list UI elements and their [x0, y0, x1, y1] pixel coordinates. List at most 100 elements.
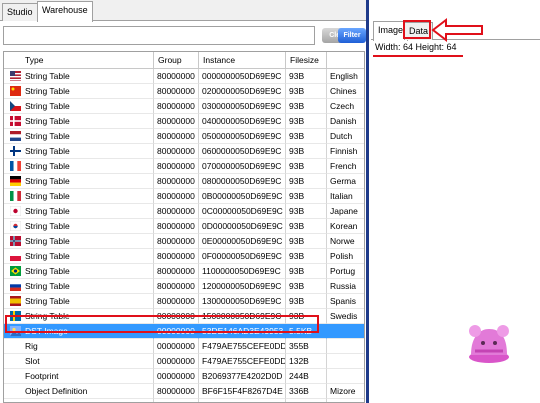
cell-type: String Table	[4, 294, 154, 309]
cell-group: 80000000	[154, 129, 199, 144]
table-row[interactable]: String Table 80000000 1300000050D69E9C 93B S…	[4, 294, 364, 309]
table-row[interactable]: Slot 00000000 F479AE755CEFE0DD 132B	[4, 354, 364, 369]
cell-type: Rig	[4, 339, 154, 354]
cell-group: 80000000	[154, 279, 199, 294]
table-row[interactable]: String Table 80000000 0200000050D69E9C 93B C…	[4, 84, 364, 99]
cell-instance: 0600000050D69E9C	[199, 144, 286, 159]
table-row[interactable]: String Table 80000000 0800000050D69E9C 93B G…	[4, 174, 364, 189]
cell-type: String Table	[4, 144, 154, 159]
cell-type: String Table	[4, 234, 154, 249]
cell-size: 93B	[286, 129, 327, 144]
image-dimensions: Width: 64 Height: 64	[375, 42, 457, 52]
cell-group: 00000000	[154, 354, 199, 369]
panel-divider[interactable]	[366, 0, 369, 403]
cell-instance: BF6F15F4F8267D4E	[199, 384, 286, 399]
cell-type: String Table	[4, 159, 154, 174]
cell-lang: Danish	[327, 114, 364, 129]
cell-type: String Table	[4, 69, 154, 84]
cell-lang: Mizore	[327, 384, 364, 399]
table-row[interactable]: String Table 80000000 0700000050D69E9C 93B F…	[4, 159, 364, 174]
table-row[interactable]: String Table 80000000 0E00000050D69E9C 93B N…	[4, 234, 364, 249]
table-row[interactable]: String Table 80000000 0400000050D69E9C 93B D…	[4, 114, 364, 129]
cell-type: Footprint	[4, 369, 154, 384]
cell-instance: 0300000050D69E9C	[199, 99, 286, 114]
cell-size: 132B	[286, 354, 327, 369]
cell-group: 80000000	[154, 144, 199, 159]
col-filesize-header[interactable]: Filesize	[286, 52, 327, 68]
cell-type: String Table	[4, 84, 154, 99]
cell-size: 244B	[286, 369, 327, 384]
cell-instance: BF6F15F4F8267D4E	[199, 399, 286, 402]
flag-us-icon	[10, 71, 21, 81]
flag-nl-icon	[10, 131, 21, 141]
cell-instance: 0200000050D69E9C	[199, 84, 286, 99]
cell-group: 80000000	[154, 114, 199, 129]
table-row[interactable]: String Table 80000000 0D00000050D69E9C 93B K…	[4, 219, 364, 234]
pink-knit-hat-icon	[469, 325, 509, 363]
cell-type: String Table	[4, 189, 154, 204]
cell-instance: 1200000050D69E9C	[199, 279, 286, 294]
data-tab-highlight	[403, 20, 431, 39]
search-input[interactable]	[3, 26, 315, 45]
cell-instance: 0800000050D69E9C	[199, 174, 286, 189]
cell-group: 80000000	[154, 99, 199, 114]
cell-instance: 0000000050D69E9C	[199, 69, 286, 84]
cell-lang: Finnish	[327, 144, 364, 159]
table-row[interactable]: String Table 80000000 0B00000050D69E9C 93B I…	[4, 189, 364, 204]
table-row[interactable]: String Table 80000000 0000000050D69E9C 93B E…	[4, 69, 364, 84]
cell-instance: 1300000050D69E9C	[199, 294, 286, 309]
cell-instance: 0500000050D69E9C	[199, 129, 286, 144]
col-instance-header[interactable]: Instance	[199, 52, 286, 68]
cell-size: 93B	[286, 204, 327, 219]
flag-it-icon	[10, 191, 21, 201]
cell-instance: 0B00000050D69E9C	[199, 189, 286, 204]
cell-type: String Table	[4, 114, 154, 129]
filter-button[interactable]: Filter	[338, 28, 366, 43]
cell-group: 80000000	[154, 204, 199, 219]
table-row[interactable]: Object Catalog80000000BF6F15F4F8267D4E20…	[4, 399, 364, 402]
flag-es-icon	[10, 296, 21, 306]
cell-size: 206B	[286, 399, 327, 402]
tab-studio[interactable]: Studio	[2, 3, 38, 21]
cell-lang: Germa	[327, 174, 364, 189]
table-row[interactable]: Rig 00000000 F479AE755CEFE0DD 355B	[4, 339, 364, 354]
cell-instance: 0F00000050D69E9C	[199, 249, 286, 264]
cell-group: 80000000	[154, 174, 199, 189]
cell-lang	[327, 339, 364, 354]
cell-instance: F479AE755CEFE0DD	[199, 354, 286, 369]
cell-lang: Swedis	[327, 309, 364, 324]
table-row[interactable]: String Table 80000000 1100000050D69E9C 93B P…	[4, 264, 364, 279]
cell-type: String Table	[4, 264, 154, 279]
table-row[interactable]: String Table 80000000 0300000050D69E9C 93B C…	[4, 99, 364, 114]
cell-type: Object Catalog	[4, 399, 154, 402]
cell-lang: Czech	[327, 99, 364, 114]
cell-group: 80000000	[154, 264, 199, 279]
table-row[interactable]: Object Definition 80000000 BF6F15F4F8267D4…	[4, 384, 364, 399]
table-row[interactable]: String Table 80000000 0500000050D69E9C 93B D…	[4, 129, 364, 144]
table-row[interactable]: String Table 80000000 0C00000050D69E9C 93B J…	[4, 204, 364, 219]
flag-cz-icon	[10, 101, 21, 111]
col-name-header[interactable]	[327, 52, 364, 68]
cell-size: 93B	[286, 249, 327, 264]
cell-lang	[327, 324, 364, 339]
flag-jp-icon	[10, 206, 21, 216]
cell-lang: Chines	[327, 84, 364, 99]
cell-group: 80000000	[154, 84, 199, 99]
cell-instance: F479AE755CEFE0DD	[199, 339, 286, 354]
cell-size: 93B	[286, 279, 327, 294]
table-row[interactable]: String Table 80000000 1200000050D69E9C 93B R…	[4, 279, 364, 294]
table-row[interactable]: String Table 80000000 0600000050D69E9C 93B F…	[4, 144, 364, 159]
cell-type: String Table	[4, 129, 154, 144]
col-type-header[interactable]: Type	[4, 52, 154, 68]
col-group-header[interactable]: Group	[154, 52, 199, 68]
tab-warehouse[interactable]: Warehouse	[37, 1, 93, 22]
cell-type: String Table	[4, 219, 154, 234]
table-row[interactable]: String Table 80000000 0F00000050D69E9C 93B P…	[4, 249, 364, 264]
cell-group: 80000000	[154, 189, 199, 204]
cell-size: 93B	[286, 174, 327, 189]
cell-lang: Portug	[327, 264, 364, 279]
arrow-annotation-icon	[431, 17, 483, 43]
cell-lang: Korean	[327, 219, 364, 234]
table-row[interactable]: Footprint 00000000 B2069377E4202D0D 244B	[4, 369, 364, 384]
cell-size: 93B	[286, 264, 327, 279]
